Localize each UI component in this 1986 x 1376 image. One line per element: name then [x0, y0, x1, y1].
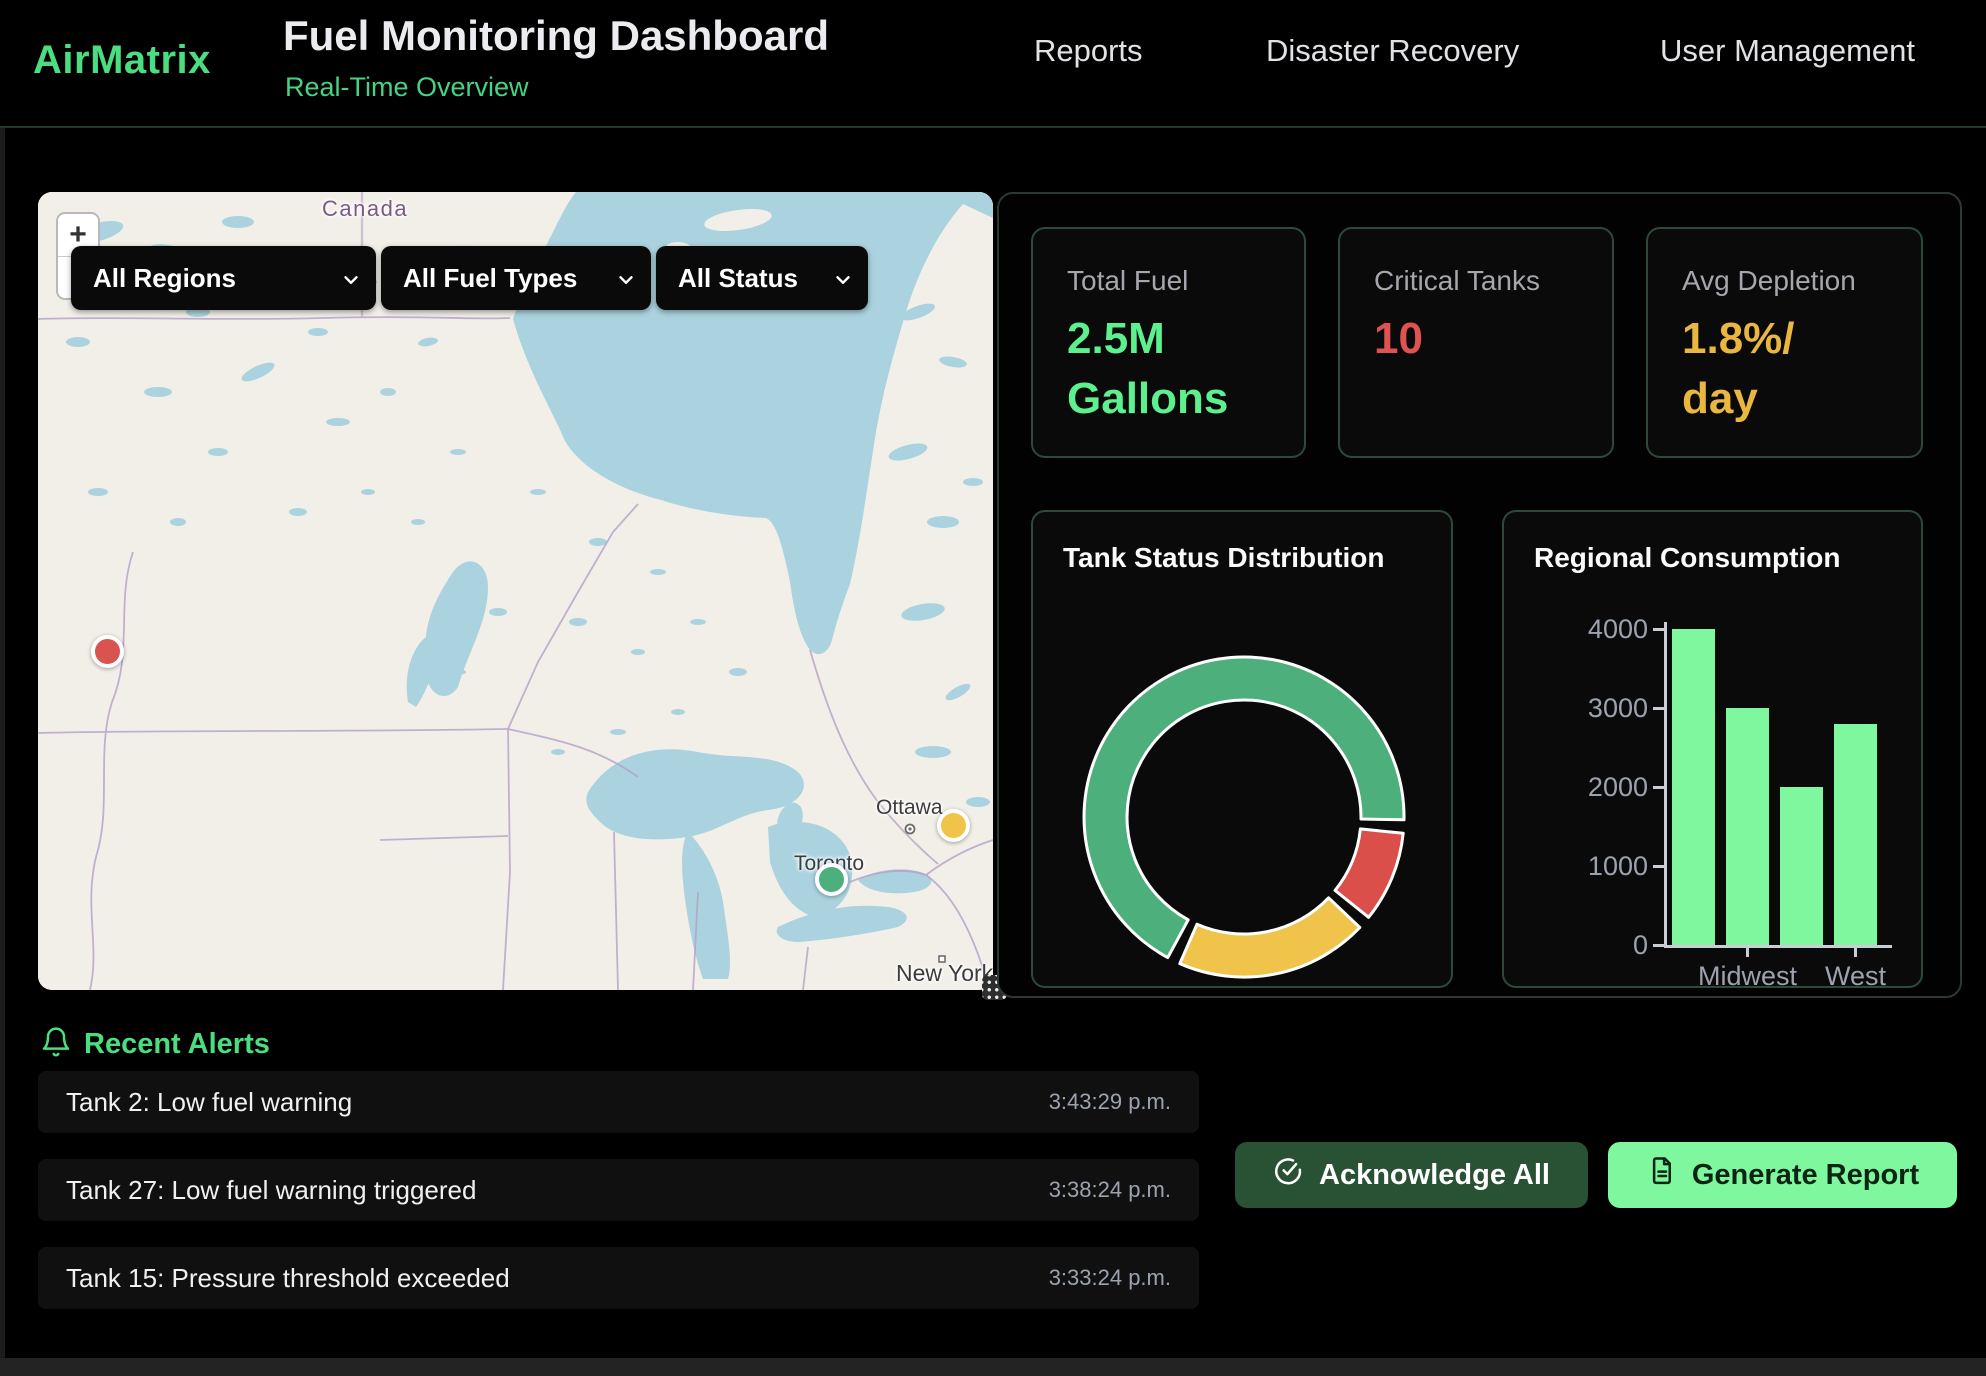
header-bar: AirMatrix Fuel Monitoring Dashboard Real… [0, 0, 1986, 128]
stat-label: Critical Tanks [1374, 265, 1612, 297]
alert-row[interactable]: Tank 27: Low fuel warning triggered 3:38… [38, 1159, 1199, 1221]
bar-0 [1672, 629, 1715, 945]
alert-time: 3:38:24 p.m. [1049, 1177, 1171, 1203]
stat-card-avg-depletion: Avg Depletion 1.8%/ day [1646, 227, 1923, 458]
page-subtitle: Real-Time Overview [285, 72, 529, 103]
alert-message: Tank 27: Low fuel warning triggered [66, 1175, 476, 1206]
nav-item-reports[interactable]: Reports [1034, 33, 1143, 69]
x-tick [1746, 948, 1749, 957]
document-icon [1646, 1156, 1676, 1194]
regional-consumption-bar-chart: 40003000200010000MidwestWest [1504, 512, 1925, 990]
stat-card-critical-tanks: Critical Tanks 10 [1338, 227, 1614, 458]
taskbar-strip [0, 1358, 1986, 1376]
page-title: Fuel Monitoring Dashboard [283, 12, 829, 60]
y-axis [1664, 622, 1667, 948]
window-left-edge [0, 0, 5, 1376]
status-filter-dropdown[interactable]: All Status [656, 246, 868, 310]
bar-2 [1780, 787, 1823, 945]
y-tick [1653, 628, 1664, 631]
y-tick-label: 4000 [1504, 613, 1648, 645]
y-tick-label: 3000 [1504, 692, 1648, 724]
check-circle-icon [1273, 1156, 1303, 1194]
x-tick [1854, 948, 1857, 957]
map-label-ottawa: Ottawa [876, 796, 943, 820]
alert-message: Tank 15: Pressure threshold exceeded [66, 1263, 510, 1294]
y-tick [1653, 865, 1664, 868]
stat-label: Avg Depletion [1682, 265, 1921, 297]
tank-marker-critical[interactable] [91, 635, 124, 668]
donut-segment-warning [1180, 898, 1360, 977]
map-label-new-york: New York [896, 960, 993, 987]
generate-report-button[interactable]: Generate Report [1608, 1142, 1957, 1208]
alerts-heading: Recent Alerts [84, 1028, 270, 1061]
tank-marker-warning[interactable] [937, 809, 970, 842]
y-tick [1653, 786, 1664, 789]
y-tick-label: 1000 [1504, 850, 1648, 882]
generate-report-label: Generate Report [1692, 1159, 1919, 1192]
alert-row[interactable]: Tank 15: Pressure threshold exceeded 3:3… [38, 1247, 1199, 1309]
fuel-map[interactable]: Canada Ottawa Toronto New York + All Reg… [38, 192, 993, 990]
stat-card-total-fuel: Total Fuel 2.5M Gallons [1031, 227, 1306, 458]
chevron-down-icon [340, 267, 362, 298]
bar-3 [1834, 724, 1877, 945]
x-tick-label: West [1776, 961, 1936, 992]
tank-marker-normal[interactable] [815, 863, 848, 896]
stat-value: 1.8%/ day [1682, 309, 1921, 429]
acknowledge-all-button[interactable]: Acknowledge All [1235, 1142, 1588, 1208]
stat-label: Total Fuel [1067, 265, 1304, 297]
tank-status-donut-chart [1033, 512, 1455, 990]
nav-item-disaster-recovery[interactable]: Disaster Recovery [1266, 33, 1519, 69]
y-tick-label: 0 [1504, 929, 1648, 961]
map-label-canada: Canada [322, 196, 408, 222]
y-tick [1653, 707, 1664, 710]
regional-consumption-card: Regional Consumption 40003000200010000Mi… [1502, 510, 1923, 988]
nav-item-user-management[interactable]: User Management [1660, 33, 1915, 69]
chevron-down-icon [832, 267, 854, 298]
donut-segment-normal [1084, 657, 1404, 958]
chevron-down-icon [615, 267, 637, 298]
donut-segment-critical [1335, 829, 1403, 917]
stat-value: 2.5M Gallons [1067, 309, 1304, 429]
y-tick [1653, 944, 1664, 947]
alert-time: 3:33:24 p.m. [1049, 1265, 1171, 1291]
bell-icon [40, 1026, 72, 1063]
region-filter-value: All Regions [93, 263, 236, 294]
app-logo[interactable]: AirMatrix [33, 38, 211, 83]
y-tick-label: 2000 [1504, 771, 1648, 803]
tank-status-distribution-card: Tank Status Distribution [1031, 510, 1453, 988]
alert-message: Tank 2: Low fuel warning [66, 1087, 352, 1118]
fuel-type-filter-value: All Fuel Types [403, 263, 577, 294]
stat-value: 10 [1374, 309, 1612, 369]
x-axis [1664, 945, 1892, 948]
alert-time: 3:43:29 p.m. [1049, 1089, 1171, 1115]
fuel-type-filter-dropdown[interactable]: All Fuel Types [381, 246, 651, 310]
status-filter-value: All Status [678, 263, 798, 294]
acknowledge-all-label: Acknowledge All [1319, 1159, 1550, 1192]
region-filter-dropdown[interactable]: All Regions [71, 246, 376, 310]
alert-row[interactable]: Tank 2: Low fuel warning 3:43:29 p.m. [38, 1071, 1199, 1133]
bar-1 [1726, 708, 1769, 945]
